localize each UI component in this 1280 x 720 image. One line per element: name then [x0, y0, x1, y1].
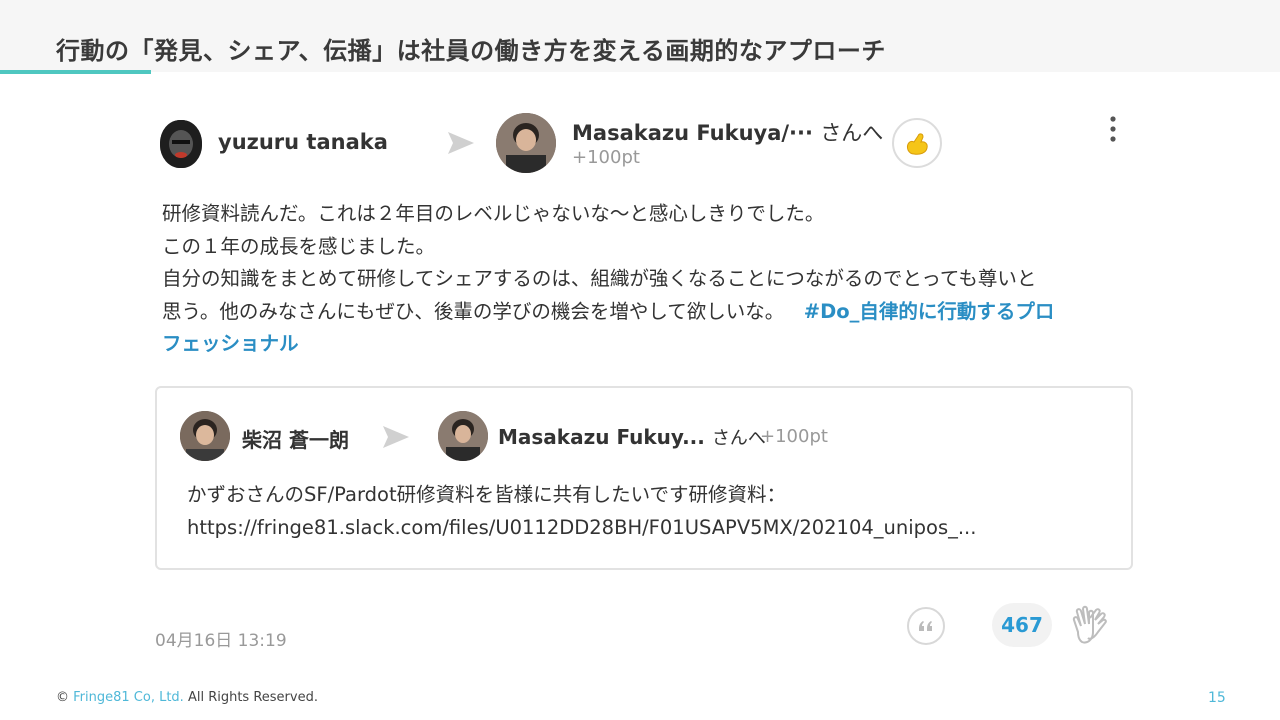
message-line: 研修資料読んだ。これは２年目のレベルじゃないな〜と感心しきりでした。	[162, 202, 825, 225]
quoted-receiver-suffix: さんへ	[711, 428, 766, 449]
receiver-suffix: さんへ	[820, 121, 884, 145]
more-vertical-icon[interactable]	[1102, 114, 1124, 144]
sender-avatar[interactable]	[160, 120, 202, 168]
quoted-receiver-name-text: Masakazu Fukuy...	[498, 425, 705, 449]
points-value: +100pt	[572, 147, 640, 168]
quote-icon	[919, 621, 932, 631]
sender-name[interactable]: yuzuru tanaka	[218, 130, 388, 154]
clapping-hands-icon[interactable]	[1068, 602, 1112, 648]
quote-button[interactable]	[907, 607, 945, 645]
flexed-biceps-icon	[907, 133, 928, 155]
copyright-notice: © Fringe81 Co, Ltd. All Rights Reserved.	[56, 690, 318, 705]
quoted-body-link[interactable]: https://fringe81.slack.com/files/U0112DD…	[187, 511, 1107, 544]
copyright-symbol: ©	[56, 690, 69, 705]
copyright-text: All Rights Reserved.	[187, 690, 318, 705]
quoted-receiver-name[interactable]: Masakazu Fukuy... さんへ	[498, 424, 766, 450]
title-accent-line	[0, 70, 151, 74]
message-line-text: 思う。他のみなさんにもぜひ、後輩の学びの機会を増やして欲しいな。	[162, 299, 785, 323]
message-line: この１年の成長を感じました。	[162, 234, 436, 258]
message-line: 思う。他のみなさんにもぜひ、後輩の学びの機会を増やして欲しいな。 #Do_自律的…	[162, 296, 1122, 329]
receiver-avatar[interactable]	[496, 113, 556, 173]
receiver-name[interactable]: Masakazu Fukuya/··· さんへ	[572, 117, 883, 147]
post-timestamp: 04月16日 13:19	[155, 631, 287, 651]
quoted-receiver-avatar[interactable]	[438, 411, 488, 461]
quoted-sender-avatar[interactable]	[180, 411, 230, 461]
clap-count[interactable]: 467	[992, 603, 1052, 647]
quoted-body-line: かずおさんのSF/Pardot研修資料を皆様に共有したいです研修資料：	[187, 483, 787, 506]
quoted-post-body: かずおさんのSF/Pardot研修資料を皆様に共有したいです研修資料： http…	[187, 478, 1107, 544]
message-line: フェッショナル	[162, 328, 1122, 361]
quoted-sender-name[interactable]: 柴沼 蒼一朗	[242, 424, 349, 453]
slide-title: 行動の「発見、シェア、伝播」は社員の働き方を変える画期的なアプローチ	[56, 37, 886, 65]
message-line: 自分の知識をまとめて研修してシェアするのは、組織が強くなることにつながるのでとっ…	[162, 267, 1037, 290]
post-message: 研修資料読んだ。これは２年目のレベルじゃないな〜と感心しきりでした。 この１年の…	[162, 198, 1122, 361]
receiver-name-text: Masakazu Fukuya/···	[572, 121, 813, 145]
send-arrow-icon	[383, 426, 409, 448]
hashtag-link[interactable]: #Do_自律的に行動するプロ	[804, 300, 1055, 323]
hashtag-link-continued[interactable]: フェッショナル	[162, 332, 299, 355]
reaction-bubble[interactable]	[892, 118, 942, 168]
copyright-brand: Fringe81 Co, Ltd.	[73, 690, 184, 705]
page-number: 15	[1208, 690, 1226, 706]
quoted-points-value: +100pt	[760, 426, 828, 447]
send-arrow-icon	[448, 132, 474, 154]
